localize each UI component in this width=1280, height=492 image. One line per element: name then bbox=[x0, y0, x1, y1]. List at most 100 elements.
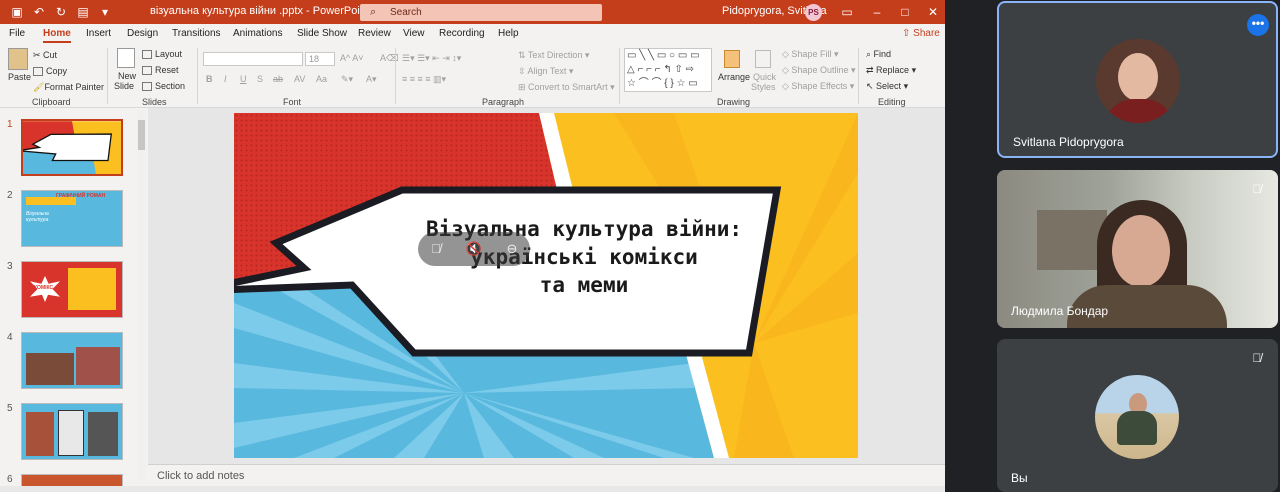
align-icons[interactable]: ≡ ≡ ≡ ≡ ▥▾ bbox=[402, 74, 446, 85]
strikethrough-icon[interactable]: ab bbox=[273, 74, 283, 84]
tab-slide-show[interactable]: Slide Show bbox=[297, 28, 347, 39]
slide-thumbnail-5[interactable] bbox=[21, 403, 123, 460]
new-slide-label[interactable]: New bbox=[118, 71, 136, 81]
participant-tile-3[interactable]: 🎙̸ Вы bbox=[997, 339, 1278, 492]
copy-button[interactable]: Copy bbox=[33, 66, 67, 77]
replace-button[interactable]: ⇄ Replace ▾ bbox=[866, 65, 916, 76]
mic-off-icon[interactable]: 🎙̸ bbox=[426, 239, 446, 259]
notes-pane[interactable]: Click to add notes bbox=[148, 464, 945, 486]
ribbon-display-icon[interactable]: ▭ bbox=[838, 3, 856, 21]
underline-icon[interactable]: U bbox=[240, 74, 247, 84]
thumbnail-scrollbar[interactable] bbox=[137, 110, 146, 480]
new-slide-icon[interactable] bbox=[117, 48, 135, 68]
section-button[interactable]: Section bbox=[142, 81, 186, 92]
present-icon[interactable]: ▤ bbox=[74, 3, 92, 21]
highlight-icon[interactable]: ✎▾ bbox=[341, 74, 353, 85]
mic-off-icon: 🎙̸ bbox=[1252, 351, 1262, 365]
cut-button[interactable]: ✂ Cut bbox=[33, 50, 57, 61]
grow-font-icon[interactable]: A^ A˅ bbox=[340, 53, 364, 63]
more-options-icon[interactable]: ••• bbox=[1247, 14, 1269, 36]
meeting-overlay-controls: 🎙̸ 🔇 ⊖ bbox=[418, 232, 530, 266]
arrange-icon[interactable] bbox=[724, 50, 740, 68]
body bbox=[1117, 411, 1157, 445]
shape-outline-button[interactable]: ◇ Shape Outline ▾ bbox=[782, 65, 856, 76]
thumb3-badge: КОМІКС bbox=[34, 285, 54, 291]
thumb4-image bbox=[76, 347, 120, 385]
new-slide-label-2[interactable]: Slide bbox=[114, 81, 134, 91]
avatar bbox=[1096, 39, 1180, 123]
shape-fill-button[interactable]: ◇ Shape Fill ▾ bbox=[782, 49, 838, 60]
select-button[interactable]: ↖ Select ▾ bbox=[866, 81, 908, 92]
redo-icon[interactable]: ↻ bbox=[52, 3, 70, 21]
participant-tile-1[interactable]: ••• Svitlana Pidoprygora bbox=[997, 1, 1278, 158]
shape-effects-button[interactable]: ◇ Shape Effects ▾ bbox=[782, 81, 854, 92]
paste-icon[interactable] bbox=[8, 48, 28, 70]
font-color-icon[interactable]: A▾ bbox=[366, 74, 377, 85]
undo-icon[interactable]: ↶ bbox=[30, 3, 48, 21]
section-label: Section bbox=[155, 81, 186, 91]
align-text-label: Align Text bbox=[527, 66, 567, 76]
minus-circle-icon[interactable]: ⊖ bbox=[502, 239, 522, 259]
reset-button[interactable]: Reset bbox=[142, 65, 179, 76]
tab-recording[interactable]: Recording bbox=[439, 28, 485, 39]
case-icon[interactable]: Aa bbox=[316, 74, 327, 84]
scrollbar-thumb[interactable] bbox=[138, 120, 145, 150]
user-avatar[interactable]: PS bbox=[805, 4, 822, 21]
title-line-3: та меми bbox=[539, 273, 629, 297]
find-button[interactable]: ⌕ Find bbox=[866, 49, 891, 60]
volume-off-icon[interactable]: 🔇 bbox=[464, 239, 484, 259]
layout-button[interactable]: Layout bbox=[142, 49, 183, 60]
slide-thumbnail-2[interactable]: ГРАФІЧНИЙ РОМАН Візуальна культура bbox=[21, 190, 123, 247]
shape-effects-label: Shape Effects bbox=[791, 81, 848, 91]
participant-tile-2[interactable]: 🎙̸ Людмила Бондар bbox=[997, 170, 1278, 328]
share-button[interactable]: ⇧ Share bbox=[902, 28, 940, 39]
quick-styles-icon[interactable] bbox=[755, 50, 771, 68]
shadow-icon[interactable]: S bbox=[257, 74, 263, 84]
quick-label[interactable]: Quick bbox=[753, 72, 776, 82]
arrange-button[interactable]: Arrange bbox=[718, 72, 750, 82]
font-size-field[interactable]: 18 bbox=[305, 52, 335, 66]
group-drawing: Drawing bbox=[717, 97, 751, 107]
styles-label[interactable]: Styles bbox=[751, 82, 776, 92]
spacing-icon[interactable]: AV bbox=[294, 74, 305, 84]
slide-number: 5 bbox=[7, 403, 13, 414]
tab-help[interactable]: Help bbox=[498, 28, 519, 39]
divider bbox=[395, 48, 396, 104]
shapes-gallery[interactable]: ▭ ╲ ╲ ▭ ○ ▭ ▭ △ ⌐ ⌐ ⌐ ↰ ⇧ ⇨ ☆ ⌒ ⌒ { } ☆ ▭ bbox=[624, 48, 712, 92]
slide-thumbnail-1[interactable] bbox=[21, 119, 123, 176]
layout-label: Layout bbox=[155, 49, 183, 59]
autosave-icon[interactable]: ▣ bbox=[8, 3, 26, 21]
minimize-icon[interactable]: – bbox=[868, 3, 886, 21]
document-title: візуальна культура війни .pptx - PowerPo… bbox=[150, 5, 369, 17]
align-text-button[interactable]: ⇳ Align Text ▾ bbox=[518, 66, 573, 77]
cut-label: Cut bbox=[43, 50, 58, 60]
replace-label: Replace bbox=[876, 65, 910, 75]
smartart-label: Convert to SmartArt bbox=[528, 82, 608, 92]
tab-view[interactable]: View bbox=[403, 28, 425, 39]
font-name-field[interactable] bbox=[203, 52, 303, 66]
search-box[interactable]: ⌕ Search bbox=[360, 4, 602, 21]
slide-thumbnail-4[interactable] bbox=[21, 332, 123, 389]
tab-review[interactable]: Review bbox=[358, 28, 391, 39]
bold-icon[interactable]: B bbox=[206, 74, 213, 84]
paste-button[interactable]: Paste bbox=[8, 72, 31, 82]
avatar bbox=[1095, 375, 1179, 459]
bullets-icon[interactable]: ☰▾ ☰▾ ⇤ ⇥ ↕▾ bbox=[402, 53, 461, 64]
thumb2-heading: ГРАФІЧНИЙ РОМАН bbox=[56, 193, 106, 199]
title-bar: ▣ ↶ ↻ ▤ ▾ візуальна культура війни .pptx… bbox=[0, 0, 945, 24]
italic-icon[interactable]: I bbox=[224, 74, 227, 84]
smartart-button[interactable]: ⊞ Convert to SmartArt ▾ bbox=[518, 82, 615, 93]
tab-file[interactable]: File bbox=[9, 28, 25, 39]
tab-insert[interactable]: Insert bbox=[86, 28, 111, 39]
slide-thumbnail-3[interactable]: КОМІКС bbox=[21, 261, 123, 318]
text-direction-button[interactable]: ⇅ Text Direction ▾ bbox=[518, 50, 589, 61]
maximize-icon[interactable]: □ bbox=[896, 3, 914, 21]
divider bbox=[619, 48, 620, 104]
tab-design[interactable]: Design bbox=[127, 28, 158, 39]
tab-transitions[interactable]: Transitions bbox=[172, 28, 221, 39]
close-icon[interactable]: ✕ bbox=[924, 3, 942, 21]
customize-qa-icon[interactable]: ▾ bbox=[96, 3, 114, 21]
format-painter-button[interactable]: 🖌Format Painter bbox=[33, 82, 104, 93]
tab-animations[interactable]: Animations bbox=[233, 28, 282, 39]
tab-home[interactable]: Home bbox=[43, 28, 71, 43]
